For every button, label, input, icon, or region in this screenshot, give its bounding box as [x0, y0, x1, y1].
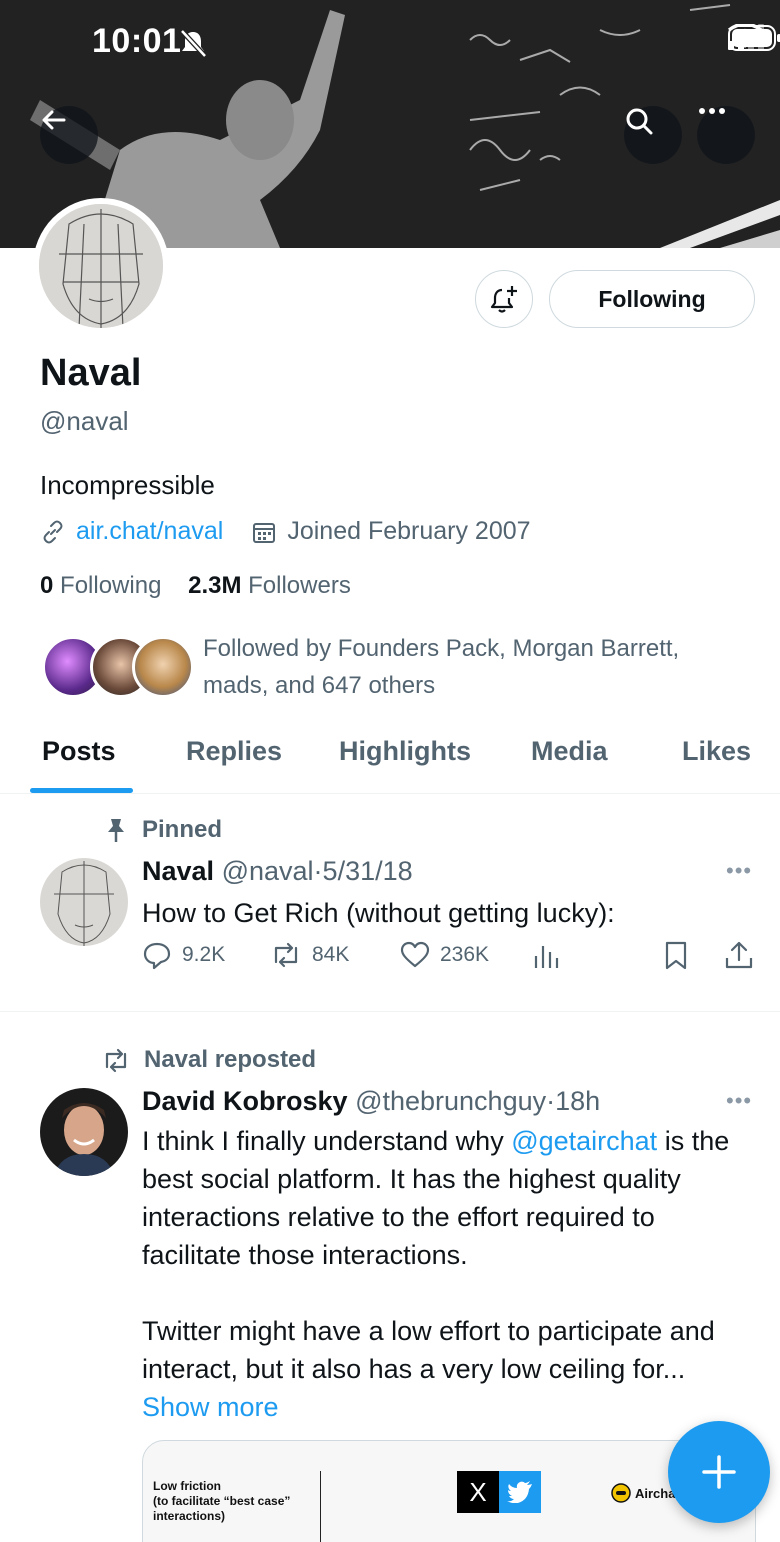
status-bar: 10:01 — [0, 0, 780, 80]
post-author-avatar[interactable] — [40, 1088, 128, 1176]
heart-icon — [400, 941, 430, 968]
followed-by-avatars[interactable] — [42, 636, 194, 700]
post-divider — [0, 1011, 780, 1012]
plus-icon — [702, 1455, 736, 1489]
analytics-icon — [534, 946, 559, 968]
bell-mute-icon — [180, 29, 207, 58]
back-button[interactable] — [40, 106, 98, 164]
airchat-logo: Aircha — [611, 1483, 675, 1503]
show-more-link[interactable]: Show more — [142, 1392, 279, 1422]
post-date[interactable]: 5/31/18 — [323, 856, 413, 886]
card-divider — [320, 1471, 321, 1542]
post-more-button[interactable]: ••• — [726, 1088, 752, 1114]
mention-link[interactable]: @getairchat — [511, 1126, 657, 1156]
profile-name: Naval — [40, 352, 142, 394]
active-tab-indicator — [30, 788, 133, 793]
calendar-icon — [253, 522, 276, 543]
post-text[interactable]: How to Get Rich (without getting lucky): — [142, 894, 742, 932]
followers-label: Followers — [248, 572, 351, 599]
more-horizontal-icon — [699, 108, 725, 114]
following-count: 0 — [40, 572, 54, 599]
post-author-name[interactable]: Naval — [142, 856, 214, 886]
joined-date: Joined February 2007 — [287, 517, 531, 545]
search-button[interactable] — [624, 106, 682, 164]
share-button[interactable] — [724, 940, 754, 970]
post-author-name[interactable]: David Kobrosky — [142, 1086, 348, 1116]
repost-count: 84K — [312, 943, 350, 966]
like-button[interactable]: 236K — [400, 940, 489, 970]
following-button[interactable]: Following — [549, 270, 755, 328]
avatar-photo-image — [40, 1088, 128, 1176]
follower-avatar — [132, 636, 194, 698]
like-count: 236K — [440, 943, 490, 966]
share-icon — [725, 941, 753, 969]
compose-post-button[interactable] — [668, 1421, 770, 1523]
post-header: Naval @naval·5/31/18 — [142, 856, 413, 886]
airchat-label: Aircha — [635, 1485, 676, 1501]
post-text-part: I think I finally understand why — [142, 1126, 512, 1156]
tab-media[interactable]: Media — [531, 736, 608, 767]
profile-avatar[interactable] — [33, 198, 169, 334]
bookmark-button[interactable] — [662, 940, 690, 970]
profile-link[interactable]: air.chat/naval — [76, 517, 223, 546]
tab-highlights[interactable]: Highlights — [339, 736, 471, 767]
views-button[interactable] — [532, 940, 560, 970]
post-date[interactable]: 18h — [555, 1086, 600, 1116]
repost-icon — [105, 1048, 127, 1073]
reply-count: 9.2K — [182, 943, 226, 966]
x-logo-letter: X — [469, 1476, 487, 1507]
pinned-label: Pinned — [104, 816, 222, 844]
bookmark-icon — [665, 941, 687, 970]
repost-button[interactable]: 84K — [270, 940, 349, 970]
post-author-avatar[interactable] — [40, 858, 128, 946]
x-logo-icon: X — [457, 1471, 499, 1513]
card-left-text: Low friction (to facilitate “best case” … — [153, 1479, 291, 1523]
post-header: David Kobrosky @thebrunchguy·18h — [142, 1086, 601, 1116]
tab-posts[interactable]: Posts — [42, 736, 116, 767]
avatar-sketch-image — [40, 858, 128, 946]
followers-count-link[interactable]: 2.3M Followers — [188, 572, 351, 599]
avatar-sketch-image — [39, 204, 163, 328]
post-text[interactable]: I think I finally understand why @getair… — [142, 1122, 752, 1274]
post-text-part: Twitter might have a low effort to parti… — [142, 1316, 715, 1384]
more-options-button[interactable] — [697, 106, 755, 164]
post-more-button[interactable]: ••• — [726, 858, 752, 884]
arrow-left-icon — [42, 110, 66, 130]
bell-plus-icon — [490, 286, 517, 313]
airchat-icon — [611, 1483, 631, 1503]
link-icon — [43, 520, 63, 543]
post-author-handle[interactable]: @thebrunchguy — [355, 1086, 546, 1116]
twitter-bird-icon — [499, 1471, 541, 1513]
profile-meta: air.chat/naval Joined February 2007 — [40, 517, 531, 546]
post-author-handle[interactable]: @naval — [222, 856, 314, 886]
following-label: Following — [60, 572, 162, 599]
profile-bio: Incompressible — [40, 470, 215, 500]
followed-by-text[interactable]: Followed by Founders Pack, Morgan Barret… — [203, 630, 743, 704]
status-time: 10:01 — [92, 22, 182, 60]
tab-replies[interactable]: Replies — [186, 736, 282, 767]
twitter-bird-icon-svg — [507, 1481, 532, 1503]
profile-tabs: Posts Replies Highlights Media Likes — [0, 720, 780, 794]
followers-count: 2.3M — [188, 572, 242, 599]
repost-icon — [274, 942, 298, 968]
post-text-second-paragraph[interactable]: Twitter might have a low effort to parti… — [142, 1312, 742, 1426]
tab-likes[interactable]: Likes — [682, 736, 751, 767]
reply-button[interactable]: 9.2K — [142, 940, 225, 970]
pin-icon — [108, 819, 124, 842]
post-actions: 9.2K 84K 236K — [142, 940, 762, 980]
profile-handle: @naval — [40, 406, 129, 436]
battery-icon — [728, 25, 780, 51]
repost-context: Naval reposted — [102, 1046, 316, 1074]
post-media-card[interactable]: Low friction (to facilitate “best case” … — [142, 1440, 756, 1542]
notifications-bell-button[interactable] — [475, 270, 533, 328]
search-icon — [626, 108, 653, 135]
follow-counts: 0 Following 2.3M Followers — [40, 572, 351, 600]
reply-icon — [143, 942, 171, 970]
pinned-text: Pinned — [142, 816, 223, 843]
repost-context-text[interactable]: Naval reposted — [144, 1046, 316, 1074]
following-count-link[interactable]: 0 Following — [40, 572, 161, 599]
